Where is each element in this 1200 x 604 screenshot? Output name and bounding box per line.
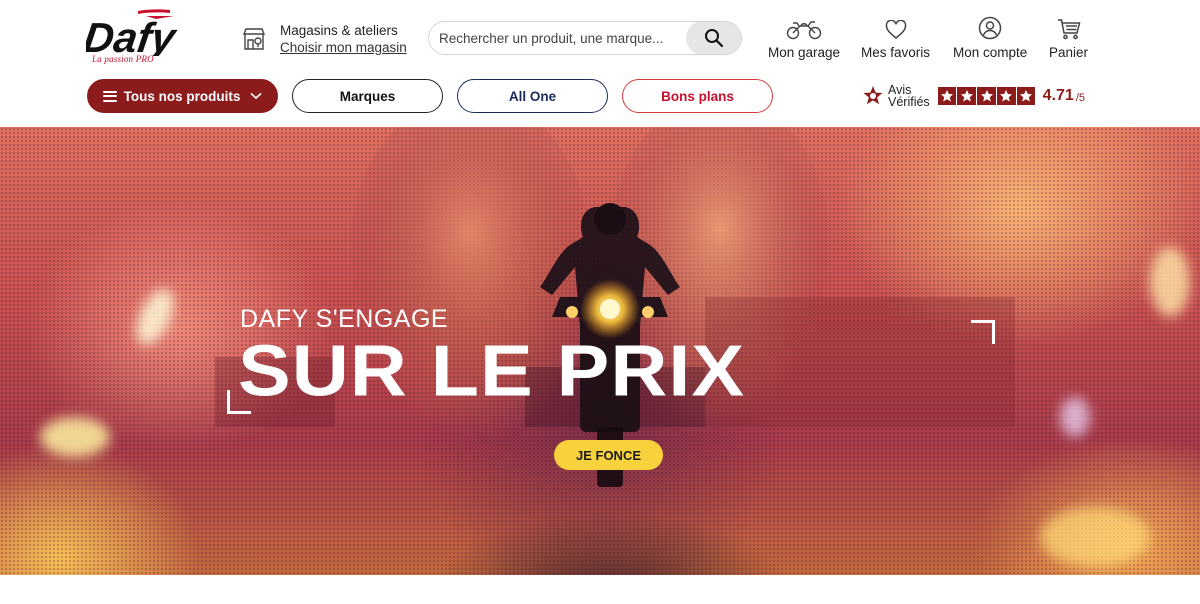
all-products-menu-button[interactable]: Tous nos produits <box>87 79 278 113</box>
cart-icon <box>1057 14 1081 40</box>
rating-value: 4.71 <box>1042 87 1074 104</box>
chevron-down-icon <box>250 92 262 100</box>
frame-corner-bottom-left <box>227 390 251 414</box>
star-icon <box>937 86 957 106</box>
rating-max: /5 <box>1075 92 1085 104</box>
hero-title: SUR LE PRIX <box>238 329 746 412</box>
store-locator[interactable]: Magasins & ateliers Choisir mon magasin <box>240 20 407 58</box>
hamburger-icon <box>102 88 117 104</box>
deals-button[interactable]: Bons plans <box>622 79 773 113</box>
my-garage-link[interactable]: Mon garage <box>768 14 840 60</box>
reviews-brand-line2: Vérifiés <box>888 95 930 109</box>
all-products-label: Tous nos produits <box>123 88 241 104</box>
my-account-link[interactable]: Mon compte <box>953 14 1027 60</box>
all-one-button[interactable]: All One <box>457 79 608 113</box>
search-bar <box>428 21 742 55</box>
cart-link[interactable]: Panier <box>1049 14 1088 60</box>
avis-verifies-logo-icon <box>862 85 884 107</box>
my-favorites-link[interactable]: Mes favoris <box>861 14 930 60</box>
star-rating <box>937 86 1037 106</box>
my-account-label: Mon compte <box>953 45 1028 60</box>
user-icon <box>978 14 1002 40</box>
store-title: Magasins & ateliers <box>280 23 398 38</box>
star-icon <box>957 86 976 106</box>
search-input[interactable] <box>429 22 686 54</box>
dafy-logo-mark: Dafy <box>86 9 181 56</box>
store-icon <box>240 25 268 53</box>
star-icon <box>997 86 1016 106</box>
dafy-logo[interactable]: Dafy La passion PRO <box>86 8 190 68</box>
cart-label: Panier <box>1049 45 1089 60</box>
logo-tagline: La passion PRO <box>92 54 154 64</box>
svg-text:Dafy: Dafy <box>86 14 181 56</box>
my-garage-label: Mon garage <box>768 45 841 60</box>
site-header: Dafy La passion PRO Magasins & ateliers … <box>0 0 1200 127</box>
my-favorites-label: Mes favoris <box>861 45 931 60</box>
hero-banner[interactable]: DAFY S'ENGAGE SUR LE PRIX JE FONCE <box>0 127 1200 575</box>
search-button[interactable] <box>686 22 741 54</box>
motorcycle-icon <box>786 14 822 40</box>
search-icon <box>705 29 724 48</box>
frame-corner-top-right <box>971 320 995 344</box>
heart-icon <box>885 14 907 40</box>
star-icon <box>977 86 996 106</box>
choose-store-link[interactable]: Choisir mon magasin <box>280 39 407 56</box>
hero-cta-button[interactable]: JE FONCE <box>554 440 663 470</box>
star-icon <box>1016 86 1036 106</box>
brands-button[interactable]: Marques <box>292 79 443 113</box>
verified-reviews-widget[interactable]: Avis Vérifiés 4.71 /5 <box>862 84 1085 108</box>
